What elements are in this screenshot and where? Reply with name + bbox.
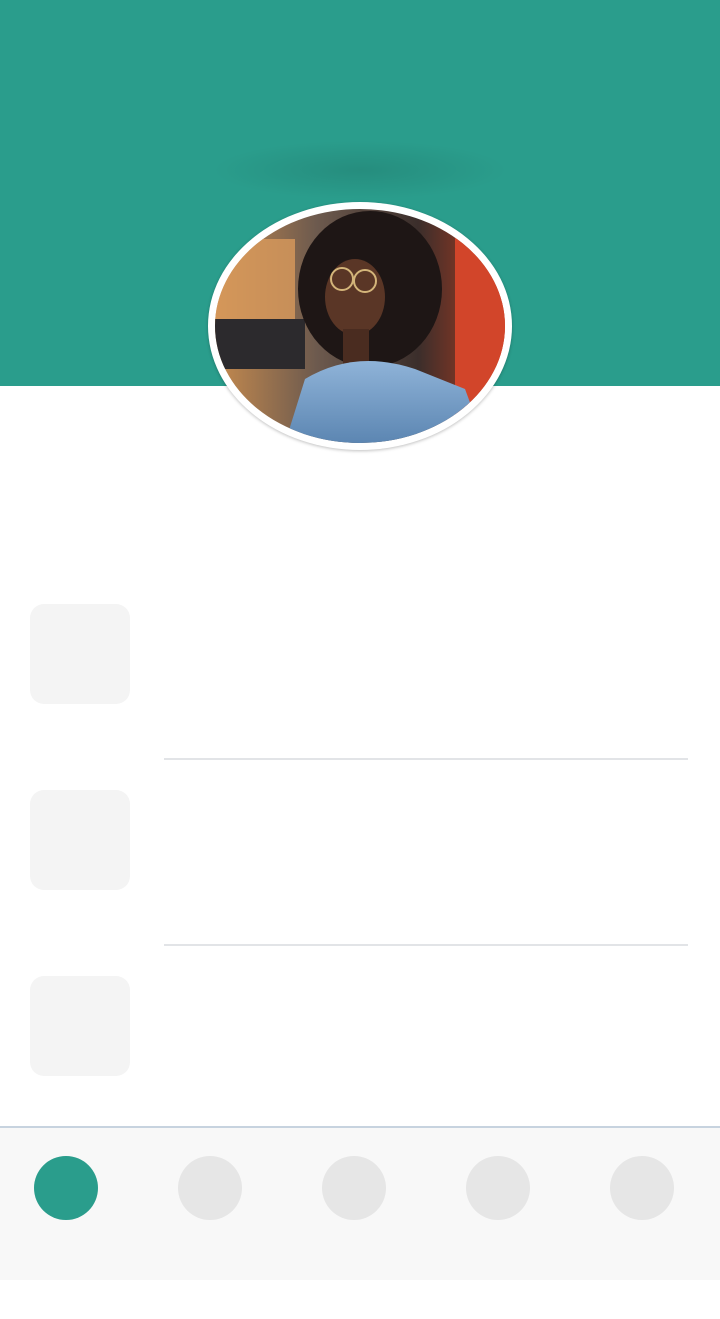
profile-photo-icon bbox=[215, 209, 505, 443]
list-item-thumbnail[interactable] bbox=[30, 604, 130, 704]
list-item-thumbnail[interactable] bbox=[30, 790, 130, 890]
nav-item-4-icon[interactable] bbox=[466, 1156, 530, 1220]
header-shadow bbox=[210, 140, 510, 200]
nav-item-5-icon[interactable] bbox=[610, 1156, 674, 1220]
nav-item-3-icon[interactable] bbox=[322, 1156, 386, 1220]
nav-item-1-icon[interactable] bbox=[34, 1156, 98, 1220]
profile-avatar[interactable] bbox=[208, 202, 512, 450]
list-divider bbox=[164, 944, 688, 946]
nav-item-2-icon[interactable] bbox=[178, 1156, 242, 1220]
list-item-thumbnail[interactable] bbox=[30, 976, 130, 1076]
bottom-navigation bbox=[0, 1126, 720, 1280]
list-divider bbox=[164, 758, 688, 760]
